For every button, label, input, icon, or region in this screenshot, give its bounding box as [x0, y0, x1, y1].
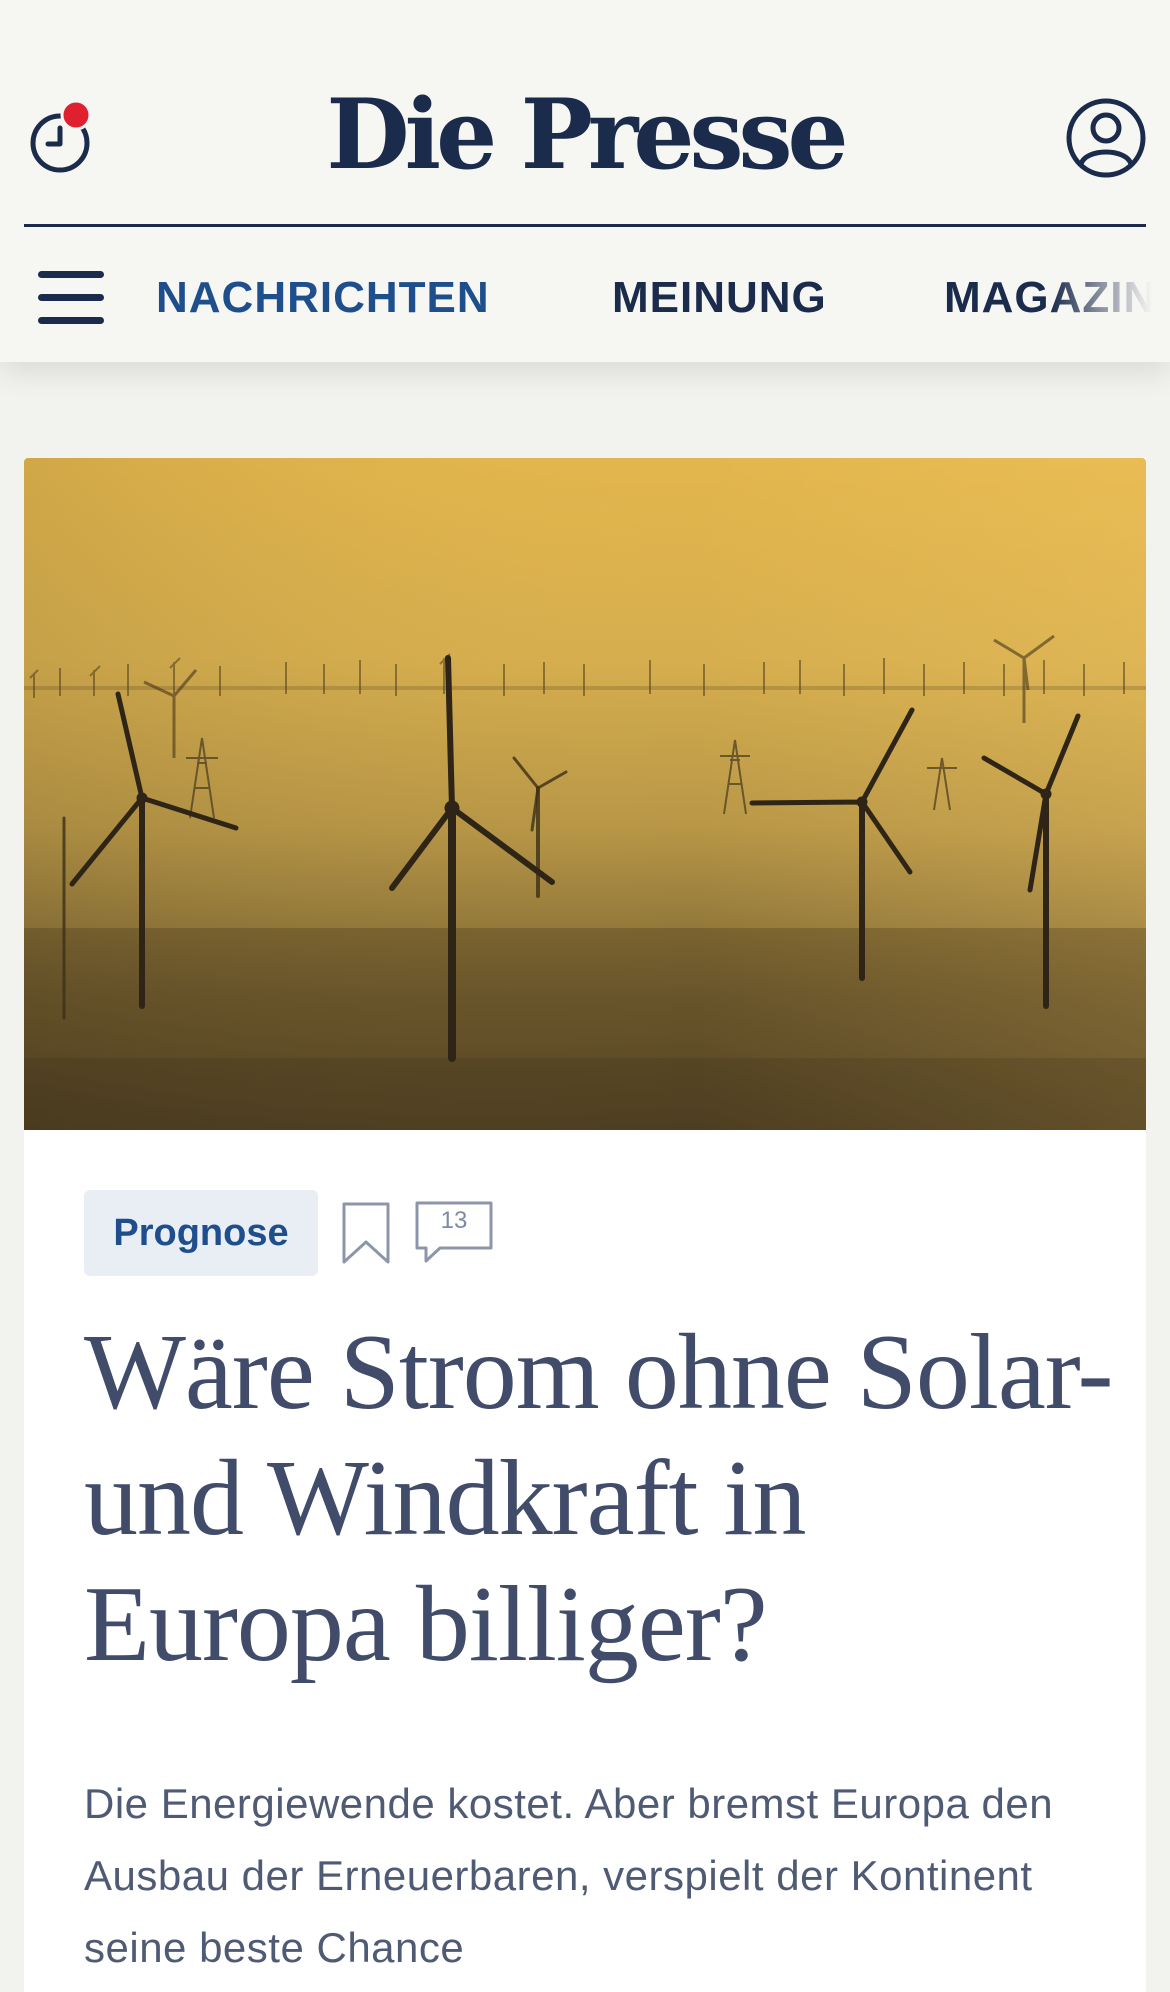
nav-item-nachrichten[interactable]: NACHRICHTEN — [156, 273, 490, 323]
nav-item-meinung[interactable]: MEINUNG — [612, 273, 827, 323]
hamburger-menu-icon[interactable] — [38, 271, 106, 327]
comments-button[interactable]: 13 — [414, 1200, 494, 1264]
nav-scroll-fade — [1050, 227, 1170, 362]
article-teaser-card[interactable]: Prognose 13 Wäre Strom ohne Solar- und W… — [24, 458, 1146, 1992]
article-lead: Die Energiewende kostet. Aber bremst Eur… — [84, 1780, 1054, 1971]
top-bar: Die Presse — [0, 0, 1170, 226]
main-navigation: NACHRICHTEN MEINUNG MAGAZIN — [0, 227, 1170, 362]
article-hero-image[interactable] — [24, 458, 1146, 1130]
article-headline[interactable]: Wäre Strom ohne Solar- und Windkraft in … — [84, 1310, 1124, 1688]
bookmark-icon — [342, 1202, 390, 1264]
site-logo[interactable]: Die Presse — [0, 80, 1170, 190]
wind-turbines-image — [24, 458, 1146, 1130]
site-header: Die Presse NACHRICHTEN MEINUNG MAGAZIN — [0, 0, 1170, 362]
bookmark-button[interactable] — [340, 1200, 392, 1266]
comment-count: 13 — [440, 1207, 468, 1234]
user-account-icon — [1066, 98, 1146, 178]
profile-button[interactable] — [1064, 96, 1148, 180]
article-tag[interactable]: Prognose — [84, 1190, 318, 1276]
